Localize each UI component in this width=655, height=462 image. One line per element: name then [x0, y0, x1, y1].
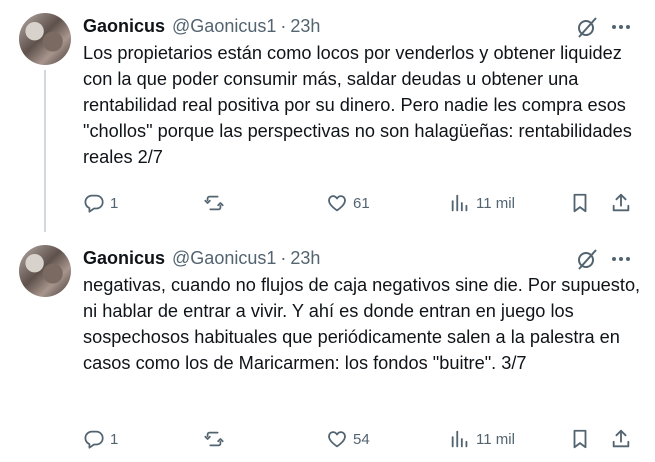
heart-icon: [328, 195, 346, 212]
reply-icon: [84, 430, 104, 449]
like-count: 54: [353, 430, 370, 448]
timestamp[interactable]: 23h: [290, 16, 320, 37]
reply-button[interactable]: 1: [83, 188, 118, 218]
author-name[interactable]: Gaonicus: [83, 16, 165, 37]
reply-button[interactable]: 1: [83, 424, 118, 454]
views-icon: [451, 194, 468, 212]
views-count: 11 mil: [476, 194, 515, 212]
heart-icon: [328, 431, 346, 448]
tweet-header: Gaonicus @Gaonicus1 · 23h: [83, 15, 320, 37]
share-button[interactable]: [610, 188, 632, 218]
separator: ·: [280, 15, 287, 36]
action-bar: 1 61 11 mil: [0, 188, 655, 218]
reply-icon: [84, 194, 104, 213]
retweet-icon: [204, 195, 224, 211]
views-button[interactable]: 11 mil: [449, 424, 515, 454]
grok-icon[interactable]: [575, 15, 599, 39]
author-name[interactable]: Gaonicus: [83, 248, 165, 269]
like-button[interactable]: 61: [326, 188, 370, 218]
retweet-button[interactable]: [203, 424, 230, 454]
grok-icon[interactable]: [575, 247, 599, 271]
share-icon: [612, 193, 630, 212]
bookmark-icon: [573, 429, 587, 449]
views-count: 11 mil: [476, 430, 515, 448]
like-button[interactable]: 54: [326, 424, 370, 454]
tweet-text: Los propietarios están como locos por ve…: [83, 43, 632, 167]
bookmark-icon: [573, 193, 587, 213]
views-icon: [451, 430, 468, 448]
tweet[interactable]: Gaonicus @Gaonicus1 · 23h Los propietari…: [0, 0, 655, 232]
more-icon[interactable]: [609, 247, 633, 271]
tweet-header: Gaonicus @Gaonicus1 · 23h: [83, 247, 320, 269]
share-button[interactable]: [610, 424, 632, 454]
retweet-icon: [204, 431, 224, 447]
bookmark-button[interactable]: [569, 424, 591, 454]
avatar[interactable]: [19, 13, 71, 65]
avatar[interactable]: [19, 245, 71, 297]
reply-count: 1: [110, 430, 119, 448]
bookmark-button[interactable]: [569, 188, 591, 218]
share-icon: [612, 429, 630, 448]
more-icon[interactable]: [609, 15, 633, 39]
timestamp[interactable]: 23h: [290, 248, 320, 269]
like-count: 61: [353, 194, 370, 212]
reply-count: 1: [110, 194, 119, 212]
author-handle[interactable]: @Gaonicus1: [172, 16, 276, 37]
thread: Gaonicus @Gaonicus1 · 23h Los propietari…: [0, 0, 655, 462]
author-handle[interactable]: @Gaonicus1: [172, 248, 276, 269]
action-bar: 1 54 11 mil: [0, 424, 655, 454]
tweet-text: negativas, cuando no flujos de caja nega…: [83, 275, 641, 373]
tweet[interactable]: Gaonicus @Gaonicus1 · 23h negativas, cua…: [0, 232, 655, 462]
separator: ·: [280, 247, 287, 268]
retweet-button[interactable]: [203, 188, 230, 218]
views-button[interactable]: 11 mil: [449, 188, 515, 218]
